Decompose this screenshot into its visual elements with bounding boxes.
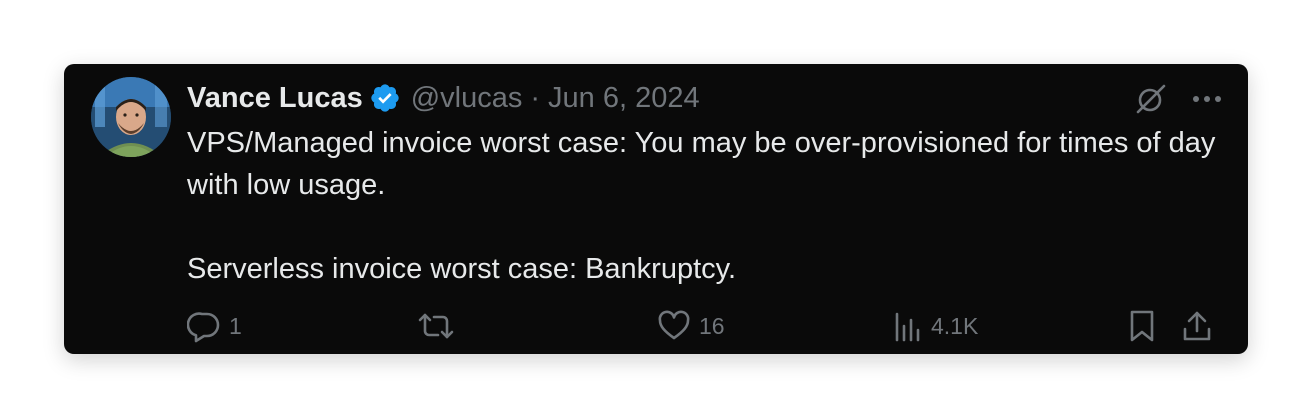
tweet-paragraph: Serverless invoice worst case: Bankruptc… bbox=[187, 253, 737, 285]
author-handle[interactable]: @vlucas bbox=[411, 82, 523, 115]
bookmark-button[interactable] bbox=[1127, 308, 1157, 344]
reply-button[interactable]: 1 bbox=[187, 308, 242, 344]
views-button[interactable]: 4.1K bbox=[893, 308, 978, 344]
reply-icon bbox=[187, 309, 221, 343]
top-right-actions bbox=[1134, 82, 1222, 116]
tweet-date[interactable]: Jun 6, 2024 bbox=[548, 82, 700, 115]
retweet-button[interactable] bbox=[417, 308, 455, 344]
views-count: 4.1K bbox=[931, 312, 979, 339]
grok-icon[interactable] bbox=[1134, 82, 1168, 116]
like-button[interactable]: 16 bbox=[657, 308, 725, 344]
separator-dot: · bbox=[530, 81, 541, 114]
tweet-paragraph: VPS/Managed invoice worst case: You may … bbox=[187, 127, 1216, 201]
share-icon bbox=[1181, 309, 1213, 343]
like-count: 16 bbox=[699, 312, 725, 339]
avatar[interactable] bbox=[91, 77, 171, 157]
bookmark-icon bbox=[1127, 309, 1157, 343]
tweet-card[interactable]: Vance Lucas @vlucas · Jun 6, 2024 VPS/Ma… bbox=[64, 64, 1248, 354]
verified-badge-icon bbox=[369, 82, 401, 114]
author-name[interactable]: Vance Lucas bbox=[187, 82, 363, 115]
more-icon[interactable] bbox=[1192, 94, 1222, 104]
avatar-image bbox=[91, 77, 171, 157]
tweet-text: VPS/Managed invoice worst case: You may … bbox=[187, 122, 1232, 290]
share-button[interactable] bbox=[1181, 308, 1213, 344]
retweet-icon bbox=[417, 309, 455, 343]
tweet-actions: 1 16 4.1K bbox=[187, 308, 1222, 344]
views-icon bbox=[893, 310, 923, 342]
like-icon bbox=[657, 309, 691, 343]
tweet-header: Vance Lucas @vlucas · Jun 6, 2024 bbox=[187, 78, 700, 118]
reply-count: 1 bbox=[229, 312, 242, 339]
